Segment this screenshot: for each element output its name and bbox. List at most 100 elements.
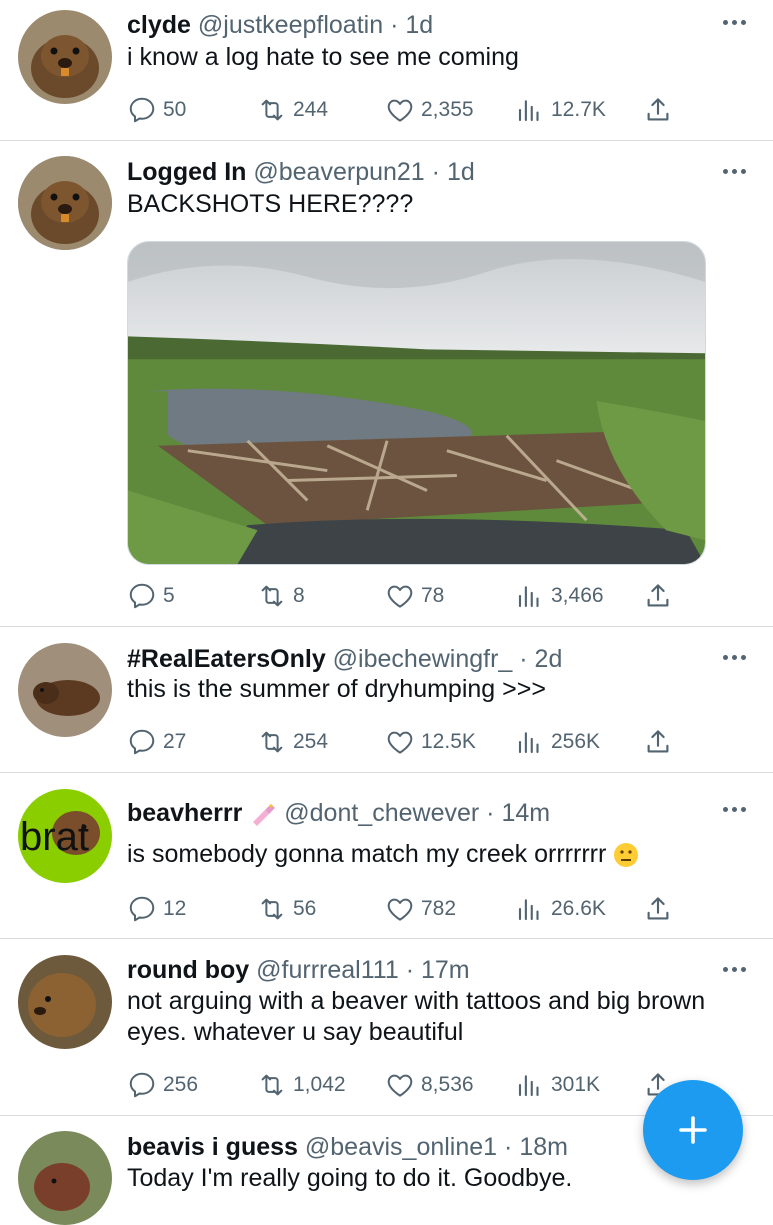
views-button[interactable]: 3,466 xyxy=(515,578,604,614)
heart-icon xyxy=(385,95,415,125)
timestamp[interactable]: 18m xyxy=(519,1133,568,1161)
reply-button[interactable]: 12 xyxy=(127,891,186,927)
separator: · xyxy=(431,158,440,186)
reply-icon xyxy=(127,581,157,611)
beaver-dam-photo xyxy=(128,242,705,564)
share-icon xyxy=(643,95,673,125)
share-button[interactable] xyxy=(643,891,679,927)
retweet-button[interactable]: 56 xyxy=(257,891,316,927)
like-button[interactable]: 782 xyxy=(385,891,456,927)
views-icon xyxy=(515,1070,545,1100)
like-button[interactable]: 8,536 xyxy=(385,1067,474,1103)
retweet-count: 244 xyxy=(293,98,329,121)
display-name[interactable]: beavis i guess xyxy=(127,1133,298,1161)
tweet[interactable]: #RealEatersOnly @ibechewingfr_ · 2d this… xyxy=(0,627,773,773)
retweet-button[interactable]: 254 xyxy=(257,724,328,760)
share-icon xyxy=(643,581,673,611)
like-button[interactable]: 12.5K xyxy=(385,724,476,760)
avatar[interactable] xyxy=(18,10,112,104)
views-button[interactable]: 12.7K xyxy=(515,92,606,128)
views-count: 26.6K xyxy=(551,897,606,920)
tweet-header: round boy @furrreal111 · 17m xyxy=(127,955,713,985)
user-handle[interactable]: @beaverpun21 xyxy=(253,158,424,186)
user-handle[interactable]: @ibechewingfr_ xyxy=(333,645,513,673)
more-options-icon[interactable] xyxy=(723,18,747,26)
reply-count: 12 xyxy=(163,897,187,920)
like-count: 8,536 xyxy=(421,1073,474,1096)
user-handle[interactable]: @justkeepfloatin xyxy=(198,11,383,39)
more-options-icon[interactable] xyxy=(723,805,747,813)
timestamp[interactable]: 17m xyxy=(421,956,470,984)
retweet-icon xyxy=(257,95,287,125)
like-button[interactable]: 2,355 xyxy=(385,92,474,128)
user-handle[interactable]: @furrreal111 xyxy=(256,956,399,984)
avatar[interactable] xyxy=(18,955,112,1049)
like-count: 78 xyxy=(421,584,445,607)
timestamp[interactable]: 14m xyxy=(501,799,550,827)
tweet-text-row: is somebody gonna match my creek orrrrrr… xyxy=(127,839,727,870)
reply-button[interactable]: 256 xyxy=(127,1067,198,1103)
separator: · xyxy=(486,799,495,827)
action-bar: 12 56 782 26.6K xyxy=(127,891,687,927)
action-bar: 27 254 12.5K 256K xyxy=(127,724,687,760)
reply-button[interactable]: 5 xyxy=(127,578,175,614)
views-count: 256K xyxy=(551,730,601,753)
views-button[interactable]: 26.6K xyxy=(515,891,606,927)
avatar[interactable] xyxy=(18,156,112,250)
reply-icon xyxy=(127,727,157,757)
retweet-icon xyxy=(257,894,287,924)
tweet-text: i know a log hate to see me coming xyxy=(127,43,519,71)
retweet-count: 1,042 xyxy=(293,1073,346,1096)
reply-count: 27 xyxy=(163,730,187,753)
display-name[interactable]: round boy xyxy=(127,956,249,984)
tweet-text: not arguing with a beaver with tattoos a… xyxy=(127,987,706,1046)
display-name[interactable]: #RealEatersOnly xyxy=(127,645,326,673)
views-count: 301K xyxy=(551,1073,601,1096)
compose-button[interactable] xyxy=(643,1080,743,1180)
views-button[interactable]: 301K xyxy=(515,1067,600,1103)
tweet[interactable]: clyde @justkeepfloatin · 1d i know a log… xyxy=(0,0,773,141)
like-count: 782 xyxy=(421,897,457,920)
user-handle[interactable]: @beavis_online1 xyxy=(305,1133,497,1161)
reply-button[interactable]: 27 xyxy=(127,724,186,760)
avatar[interactable]: brat xyxy=(18,789,112,883)
display-name[interactable]: clyde xyxy=(127,11,191,39)
like-button[interactable]: 78 xyxy=(385,578,444,614)
display-name[interactable]: beavherrr xyxy=(127,799,242,827)
tweet[interactable]: brat beavherrr @dont_chewever · 14m is s… xyxy=(0,773,773,939)
views-icon xyxy=(515,727,545,757)
more-options-icon[interactable] xyxy=(723,167,747,175)
avatar[interactable] xyxy=(18,1131,112,1225)
heart-icon xyxy=(385,1070,415,1100)
reply-button[interactable]: 50 xyxy=(127,92,186,128)
share-button[interactable] xyxy=(643,578,679,614)
retweet-button[interactable]: 244 xyxy=(257,92,328,128)
views-icon xyxy=(515,894,545,924)
display-name[interactable]: Logged In xyxy=(127,158,246,186)
share-button[interactable] xyxy=(643,92,679,128)
tweet-header: beavherrr @dont_chewever · 14m xyxy=(127,798,713,828)
avatar[interactable] xyxy=(18,643,112,737)
retweet-count: 8 xyxy=(293,584,305,607)
brat-avatar-text: brat xyxy=(20,815,89,859)
views-button[interactable]: 256K xyxy=(515,724,600,760)
timestamp[interactable]: 1d xyxy=(405,11,433,39)
action-bar: 256 1,042 8,536 301K xyxy=(127,1067,687,1103)
reply-count: 256 xyxy=(163,1073,199,1096)
share-icon xyxy=(643,894,673,924)
views-count: 12.7K xyxy=(551,98,606,121)
views-icon xyxy=(515,581,545,611)
action-bar: 50 244 2,355 12.7K xyxy=(127,92,687,128)
share-button[interactable] xyxy=(643,724,679,760)
timestamp[interactable]: 2d xyxy=(535,645,563,673)
more-options-icon[interactable] xyxy=(723,653,747,661)
retweet-button[interactable]: 8 xyxy=(257,578,305,614)
tweet[interactable]: Logged In @beaverpun21 · 1d BACKSHOTS HE… xyxy=(0,141,773,627)
retweet-button[interactable]: 1,042 xyxy=(257,1067,346,1103)
timestamp[interactable]: 1d xyxy=(447,158,475,186)
tweet[interactable]: round boy @furrreal111 · 17m not arguing… xyxy=(0,939,773,1116)
user-handle[interactable]: @dont_chewever xyxy=(284,799,479,827)
tweet-header: #RealEatersOnly @ibechewingfr_ · 2d xyxy=(127,644,713,674)
more-options-icon[interactable] xyxy=(723,965,747,973)
tweet-photo[interactable] xyxy=(127,241,706,565)
